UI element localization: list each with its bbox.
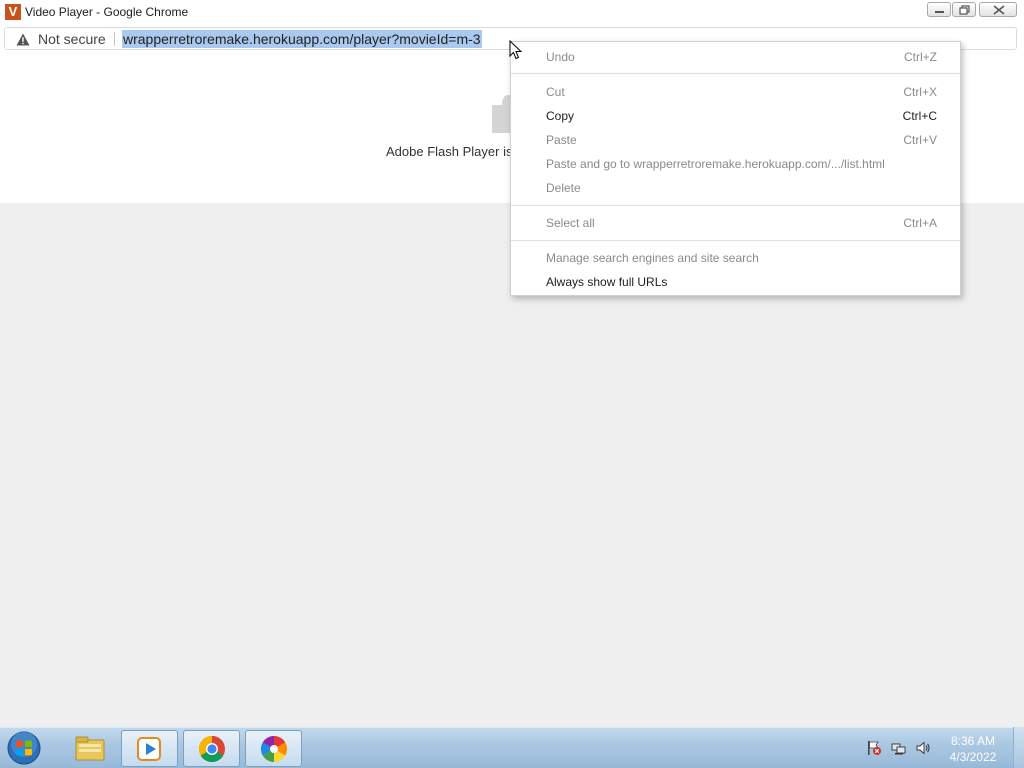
chrome-icon	[198, 735, 225, 763]
menu-separator	[511, 205, 960, 206]
security-status-label[interactable]: Not secure	[38, 31, 106, 47]
menu-item-copy[interactable]: Copy Ctrl+C	[511, 104, 960, 128]
taskbar-item-media-player[interactable]	[121, 730, 178, 767]
warning-icon[interactable]	[16, 33, 30, 46]
taskbar-item-photo-viewer[interactable]	[245, 730, 302, 767]
close-icon	[993, 5, 1005, 15]
windows-explorer-icon	[75, 736, 105, 761]
menu-item-cut[interactable]: Cut Ctrl+X	[511, 80, 960, 104]
context-menu: Undo Ctrl+Z Cut Ctrl+X Copy Ctrl+C Paste…	[510, 41, 961, 296]
app-logo-icon: V	[5, 4, 21, 20]
menu-item-paste[interactable]: Paste Ctrl+V	[511, 128, 960, 152]
menu-item-always-show-full-urls[interactable]: Always show full URLs	[511, 270, 960, 294]
photo-viewer-icon	[260, 735, 288, 763]
url-text[interactable]: wrapperretroremake.herokuapp.com/player?…	[122, 30, 482, 48]
taskbar-item-explorer[interactable]	[62, 730, 119, 767]
network-icon[interactable]	[891, 740, 907, 756]
title-bar[interactable]: V Video Player - Google Chrome	[0, 0, 1024, 25]
menu-item-delete[interactable]: Delete	[511, 176, 960, 200]
menu-separator	[511, 73, 960, 74]
taskbar-item-chrome[interactable]	[183, 730, 240, 767]
media-player-icon	[137, 737, 161, 761]
restore-button[interactable]	[952, 2, 976, 17]
start-button[interactable]	[5, 730, 43, 766]
minimize-button[interactable]	[927, 2, 951, 17]
menu-item-paste-and-go[interactable]: Paste and go to wrapperretroremake.herok…	[511, 152, 960, 176]
action-center-flag-icon[interactable]	[866, 740, 882, 756]
clock-time: 8:36 AM	[950, 734, 996, 748]
menu-item-manage-search-engines[interactable]: Manage search engines and site search	[511, 246, 960, 270]
restore-icon	[959, 5, 970, 15]
show-desktop-button[interactable]	[1013, 727, 1024, 768]
menu-item-select-all[interactable]: Select all Ctrl+A	[511, 211, 960, 235]
menu-separator	[511, 240, 960, 241]
plugin-blocked-message: Adobe Flash Player is blocked	[386, 144, 510, 159]
volume-icon[interactable]	[915, 740, 931, 756]
menu-item-undo[interactable]: Undo Ctrl+Z	[511, 45, 960, 69]
clock-date: 4/3/2022	[949, 750, 997, 764]
minimize-icon	[935, 11, 944, 13]
close-button[interactable]	[979, 2, 1017, 17]
window-title: Video Player - Google Chrome	[25, 5, 189, 19]
mouse-cursor-icon	[509, 40, 523, 60]
taskbar-clock[interactable]: 8:36 AM 4/3/2022	[940, 733, 1006, 765]
screen: V Video Player - Google Chrome Not secur…	[0, 0, 1024, 768]
address-bar-divider	[114, 32, 115, 46]
